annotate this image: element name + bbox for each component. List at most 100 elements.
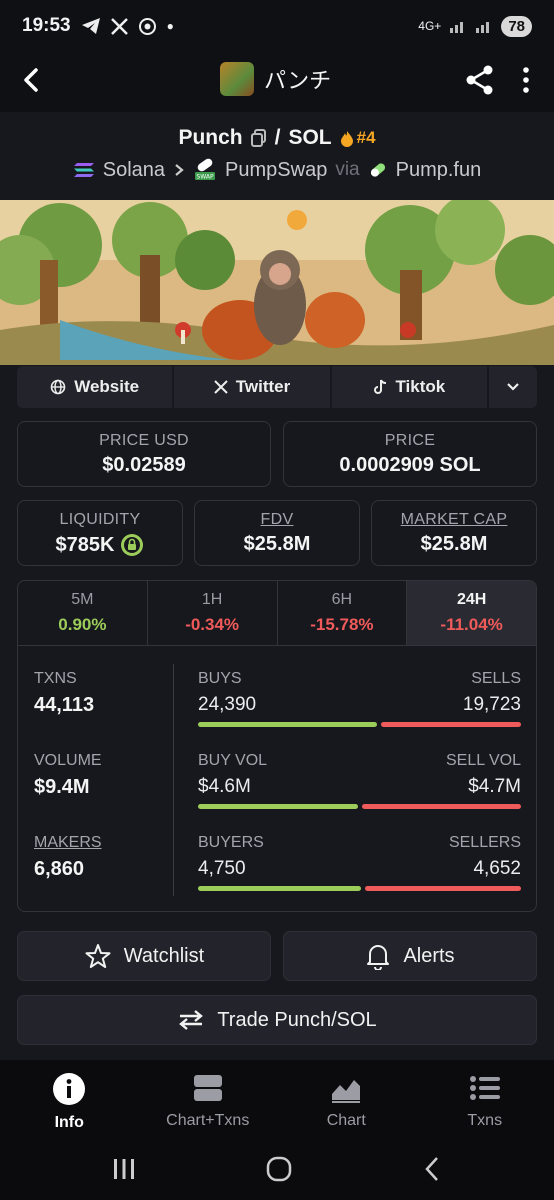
system-navigation-bar — [0, 1140, 554, 1200]
nav-info[interactable]: Info — [0, 1060, 139, 1140]
nav-txns-label: Txns — [467, 1112, 503, 1129]
token-name: パンチ — [264, 68, 332, 93]
price-usd-card: PRICE USD $0.02589 — [17, 421, 271, 487]
lock-icon[interactable] — [120, 533, 144, 557]
sell-vol-value: $4.7M — [468, 776, 521, 797]
recent-apps-icon[interactable] — [112, 1156, 136, 1182]
bell-icon — [367, 945, 390, 970]
price-native-card: PRICE 0.0002909 SOL — [283, 421, 537, 487]
tiktok-label: Tiktok — [395, 377, 446, 396]
dex-name[interactable]: PumpSwap — [225, 159, 327, 182]
buy-vol-label: BUY VOL — [198, 752, 268, 769]
x-logo-icon — [214, 380, 228, 394]
trending-rank[interactable]: #4 — [340, 128, 376, 148]
sell-vol-label: SELL VOL — [445, 752, 521, 769]
sells-label: SELLS — [471, 670, 521, 687]
notification-dot: ● — [166, 19, 174, 33]
rank-value: #4 — [356, 128, 376, 147]
chain-name[interactable]: Solana — [103, 159, 165, 182]
price-usd-label: PRICE USD — [99, 432, 189, 449]
makers-label[interactable]: MAKERS — [34, 834, 102, 852]
tab-24h[interactable]: 24H -11.04% — [407, 581, 536, 645]
buy-vol-value: $4.6M — [198, 776, 251, 797]
tab-6h[interactable]: 6H -15.78% — [278, 581, 408, 645]
makers-value: 6,860 — [34, 858, 85, 880]
sells-bar — [380, 722, 521, 727]
nav-chart-txns[interactable]: Chart+Txns — [139, 1060, 278, 1140]
token-avatar — [220, 62, 254, 96]
tab-5m-change: 0.90% — [58, 615, 107, 634]
twitter-link-button[interactable]: Twitter — [174, 366, 332, 408]
nav-chart-label: Chart — [326, 1112, 366, 1129]
liquidity-card: LIQUIDITY $785K — [17, 500, 183, 566]
chevron-right-icon — [175, 164, 184, 176]
fdv-value: $25.8M — [243, 533, 311, 555]
volume-label: VOLUME — [34, 752, 102, 769]
fdv-label[interactable]: FDV — [195, 511, 359, 529]
price-usd-value: $0.02589 — [102, 454, 186, 476]
info-icon — [53, 1073, 86, 1105]
quote-symbol: SOL — [288, 126, 332, 149]
tab-24h-change: -11.04% — [440, 615, 503, 634]
watchlist-button[interactable]: Watchlist — [17, 931, 271, 981]
buys-sells-row: BUYS SELLS 24,390 19,723 — [198, 670, 521, 727]
bottom-navigation: Info Chart+Txns Chart Txns — [0, 1060, 554, 1140]
signal-icon — [450, 22, 464, 33]
tab-5m[interactable]: 5M 0.90% — [18, 581, 148, 645]
pumpswap-badge-text: SWAP — [196, 174, 214, 181]
launchpad-name[interactable]: Pump.fun — [396, 159, 482, 182]
app-header: パンチ — [0, 52, 554, 110]
watchlist-label: Watchlist — [123, 944, 205, 967]
tab-1h[interactable]: 1H -0.34% — [148, 581, 278, 645]
home-icon[interactable] — [265, 1155, 293, 1183]
more-vert-icon[interactable] — [514, 62, 538, 98]
sellers-bar — [365, 886, 521, 891]
sellers-value: 4,652 — [473, 858, 521, 879]
telegram-icon — [81, 18, 100, 34]
globe-icon — [50, 379, 66, 395]
buys-value: 24,390 — [198, 694, 257, 715]
pill-icon — [370, 163, 385, 177]
chevron-down-icon — [507, 383, 519, 391]
list-icon — [469, 1076, 500, 1100]
token-banner-image — [0, 200, 554, 365]
txns-stat: TXNS 44,113 — [34, 670, 94, 717]
buyers-label: BUYERS — [198, 834, 264, 851]
timeframe-tabs: 5M 0.90% 1H -0.34% 6H -15.78% 24H -11.04… — [17, 580, 537, 646]
swap-arrows-icon — [179, 1010, 204, 1030]
alerts-label: Alerts — [403, 944, 455, 967]
market-cap-value: $25.8M — [420, 533, 488, 555]
pair-title: Punch / SOL #4 — [0, 126, 554, 150]
makers-stat: MAKERS 6,860 — [34, 834, 102, 881]
fdv-card: FDV $25.8M — [194, 500, 360, 566]
makers-bar — [198, 886, 521, 891]
area-chart-icon — [332, 1080, 361, 1103]
pumpswap-icon: SWAP — [195, 158, 216, 181]
more-links-button[interactable] — [489, 366, 537, 408]
copy-icon[interactable] — [250, 129, 267, 147]
twitter-label: Twitter — [235, 377, 291, 396]
alerts-button[interactable]: Alerts — [283, 931, 537, 981]
stats-divider — [173, 664, 174, 896]
share-icon[interactable] — [462, 62, 498, 98]
split-view-icon — [193, 1075, 222, 1101]
sellers-label: SELLERS — [448, 834, 521, 851]
buyers-sellers-row: BUYERS SELLERS 4,750 4,652 — [198, 834, 521, 891]
nav-chart[interactable]: Chart — [277, 1060, 416, 1140]
volume-stat: VOLUME $9.4M — [34, 752, 102, 799]
trade-label: Trade Punch/SOL — [217, 1008, 377, 1031]
trade-button[interactable]: Trade Punch/SOL — [17, 995, 537, 1045]
buy-vol-bar — [198, 804, 358, 809]
market-cap-label[interactable]: MARKET CAP — [372, 511, 536, 529]
sell-vol-bar — [361, 804, 521, 809]
liquidity-value: $785K — [55, 533, 115, 556]
website-link-button[interactable]: Website — [17, 366, 175, 408]
star-icon — [85, 944, 111, 968]
nav-txns[interactable]: Txns — [416, 1060, 554, 1140]
price-native-value: 0.0002909 SOL — [339, 454, 481, 476]
battery-indicator: 78 — [501, 15, 532, 37]
back-arrow-icon[interactable] — [14, 62, 50, 98]
back-icon[interactable] — [422, 1155, 442, 1183]
pair-separator: / — [274, 126, 281, 149]
tiktok-link-button[interactable]: Tiktok — [332, 366, 489, 408]
